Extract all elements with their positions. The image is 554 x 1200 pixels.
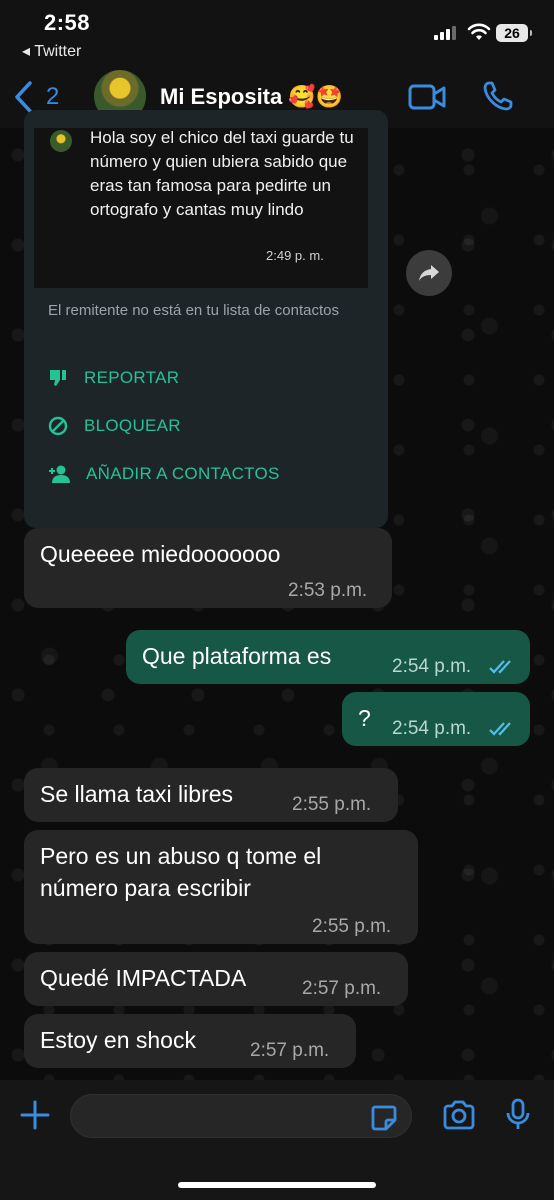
message-input-bar [0,1080,554,1200]
contact-name[interactable]: Mi Esposita 🥰🤩 [160,84,343,110]
sticker-icon[interactable] [370,1104,398,1132]
plus-icon[interactable] [20,1100,50,1130]
read-receipt-icon [489,722,511,736]
forward-button[interactable] [406,250,452,296]
video-call-icon[interactable] [408,84,446,110]
message-input[interactable] [70,1094,412,1138]
block-button[interactable]: BLOQUEAR [48,416,181,436]
report-label: REPORTAR [84,368,180,387]
add-to-contacts-button[interactable]: AÑADIR A CONTACTOS [48,464,280,484]
back-to-app-link[interactable]: ◂ Twitter [22,41,81,61]
message-time: 2:57 p.m. [250,1040,330,1061]
chevron-left-icon [15,81,32,113]
message-text: Que plataforma es [142,643,332,669]
add-to-contacts-label: AÑADIR A CONTACTOS [86,464,280,483]
read-receipt-icon [489,660,511,674]
message-bubble-incoming[interactable]: Quedé IMPACTADA 2:57 p.m. [24,952,408,1006]
back-button[interactable]: 2 [12,80,59,114]
status-bar: 2:58 ◂ Twitter 26 [0,0,554,70]
add-contact-icon [49,465,70,483]
message-time: 2:55 p.m. [292,794,372,815]
message-time: 2:55 p.m. [312,916,392,937]
forward-arrow-icon [419,265,439,281]
message-bubble-outgoing[interactable]: Que plataforma es 2:54 p.m. [126,630,530,684]
unknown-sender-actions: El remitente no está en tu lista de cont… [34,288,368,510]
phone-call-icon[interactable] [482,80,514,112]
block-icon [48,416,68,436]
message-bubble-incoming[interactable]: Pero es un abuso q tome el número para e… [24,830,418,944]
message-text: Se llama taxi libres [40,781,234,807]
message-text: Estoy en shock [40,1027,196,1053]
message-text: Pero es un abuso q tome el número para e… [40,843,322,901]
unread-count: 2 [46,83,60,110]
message-text: Quedé IMPACTADA [40,965,247,991]
forwarded-message-text: Hola soy el chico del taxi guarde tu núm… [90,128,354,219]
thumbs-down-icon [50,370,66,386]
unknown-sender-card: Hola soy el chico del taxi guarde tu núm… [24,110,388,528]
message-time: 2:54 p.m. [392,718,472,739]
camera-icon[interactable] [442,1100,476,1130]
block-label: BLOQUEAR [84,416,181,435]
message-bubble-outgoing[interactable]: ? 2:54 p.m. [342,692,530,746]
status-time: 2:58 [44,10,91,35]
not-in-contacts-note: El remitente no está en tu lista de cont… [48,302,339,319]
message-time: 2:57 p.m. [302,978,382,999]
home-indicator [178,1182,376,1188]
sender-avatar [50,130,72,152]
battery-indicator: 26 [496,24,532,42]
message-bubble-incoming[interactable]: Queeeee miedooooooo 2:53 p.m. [24,528,392,608]
message-text: ? [358,705,371,731]
message-text: Queeeee miedooooooo [40,541,281,567]
message-bubble-incoming[interactable]: Estoy en shock 2:57 p.m. [24,1014,356,1068]
message-time: 2:53 p.m. [288,580,368,601]
report-button[interactable]: REPORTAR [48,368,179,388]
cellular-signal-icon [434,26,456,40]
message-bubble-incoming[interactable]: Se llama taxi libres 2:55 p.m. [24,768,398,822]
wifi-icon [467,23,491,40]
message-time: 2:54 p.m. [392,656,472,677]
microphone-icon[interactable] [506,1098,530,1132]
forwarded-message-time: 2:49 p. m. [266,248,324,263]
